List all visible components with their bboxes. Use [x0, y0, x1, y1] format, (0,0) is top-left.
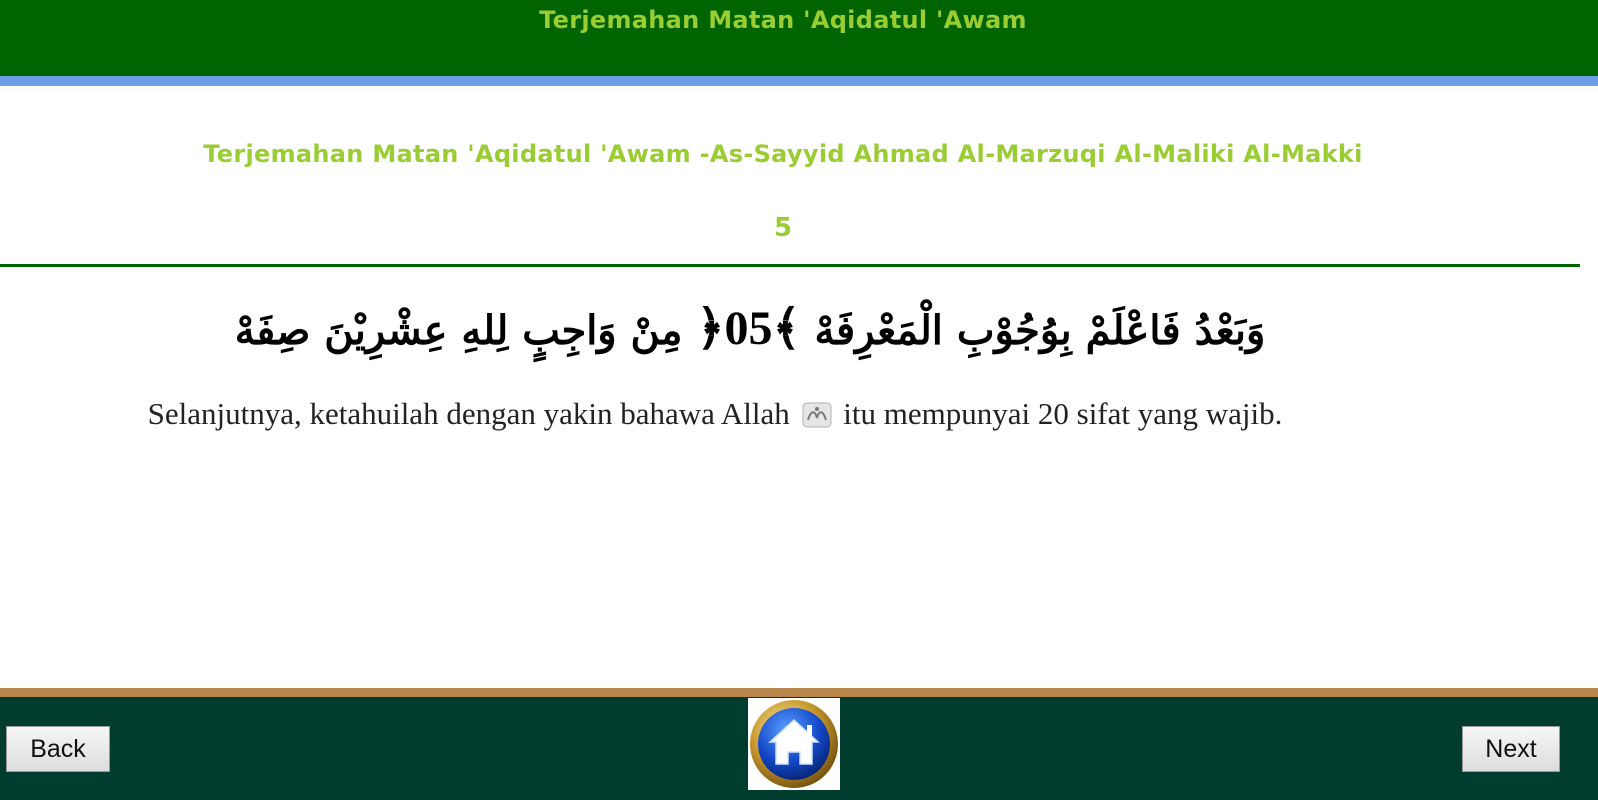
arabic-verse: وَبَعْدُ فَاعْلَمْ بِوُجُوْبِ الْمَعْرِف… [180, 300, 1320, 356]
translation-first-part: Selanjutnya, ketahuilah dengan yakin bah… [147, 396, 790, 431]
verse-translation: Selanjutnya, ketahuilah dengan yakin bah… [0, 396, 1430, 432]
arabic-verse-second-half: مِنْ وَاجِبٍ لِلهِ عِشْرِيْنَ صِفَهْ [234, 307, 683, 354]
page-number: 5 [773, 213, 793, 243]
verse-number-value: 05 [724, 302, 773, 355]
swt-honorific-icon [802, 402, 832, 428]
arabic-verse-first-half: وَبَعْدُ فَاعْلَمْ بِوُجُوْبِ الْمَعْرِف… [814, 307, 1266, 354]
content-divider [0, 264, 1580, 267]
app-header: Terjemahan Matan 'Aqidatul 'Awam [0, 0, 1598, 76]
app-title: Terjemahan Matan 'Aqidatul 'Awam [539, 6, 1027, 34]
verse-number: ﴿05﴾ [696, 302, 801, 355]
page-subtitle: Terjemahan Matan 'Aqidatul 'Awam -As-Say… [203, 140, 1363, 168]
header-stripe [0, 76, 1598, 86]
footer-stripe [0, 688, 1598, 697]
home-icon [750, 700, 838, 788]
home-button[interactable] [748, 698, 840, 790]
back-button[interactable]: Back [6, 726, 110, 772]
translation-second-part: itu mempunyai 20 sifat yang wajib. [843, 396, 1283, 431]
next-button[interactable]: Next [1462, 726, 1560, 772]
